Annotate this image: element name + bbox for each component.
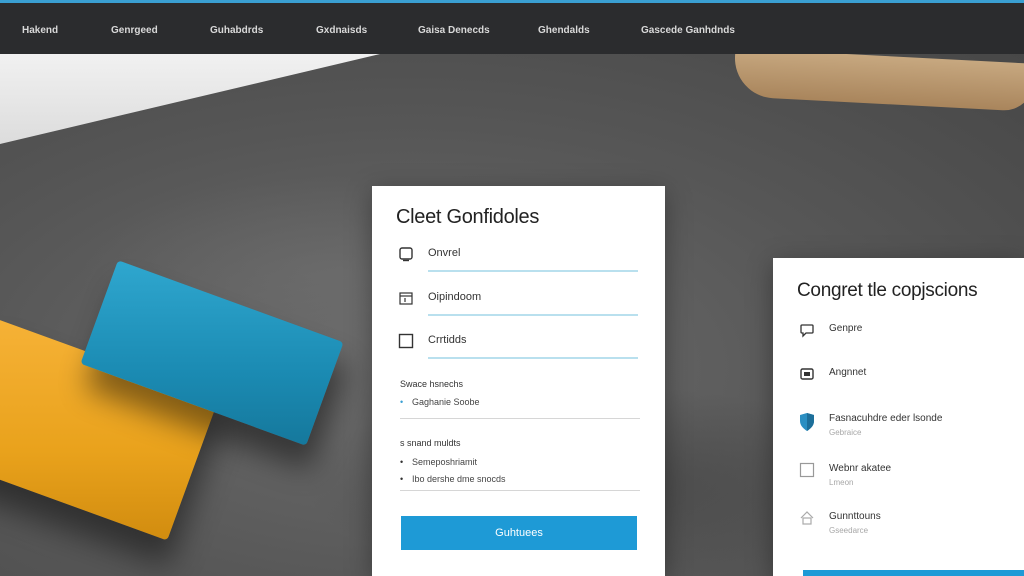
nav-item-5[interactable]: Gaisa Denecds xyxy=(418,25,490,36)
field-underline xyxy=(428,314,638,316)
list-item-sublabel: Lmeon xyxy=(829,478,854,487)
checkbox-icon[interactable] xyxy=(398,333,414,349)
section-title: s snand muldts xyxy=(400,438,461,448)
field-label: Oipindoom xyxy=(428,291,482,303)
list-item-label: Fasnacuhdre eder lsonde xyxy=(829,413,943,424)
nav-item-1[interactable]: Hakend xyxy=(22,25,58,36)
background-paper-roll xyxy=(732,54,1024,112)
house-icon xyxy=(799,510,815,526)
settings-card-primary: Cleet Gonfidoles Onvrel Oipindoom Crrtid… xyxy=(372,186,665,576)
calendar-icon xyxy=(398,290,414,306)
section-divider xyxy=(400,490,640,491)
nav-item-7[interactable]: Gascede Ganhdnds xyxy=(641,25,735,36)
list-item-sublabel: Gebraice xyxy=(829,428,862,437)
primary-button-partial[interactable] xyxy=(803,570,1024,576)
checkbox-icon[interactable] xyxy=(799,462,815,478)
nav-item-3[interactable]: Guhabdrds xyxy=(210,25,263,36)
nav-item-6[interactable]: Ghendalds xyxy=(538,25,590,36)
document-icon xyxy=(398,246,414,262)
section-bullet: • Gaghanie Soobe xyxy=(400,397,480,407)
list-item-label: Genpre xyxy=(829,323,863,334)
nav-item-4[interactable]: Gxdnaisds xyxy=(316,25,367,36)
field-underline xyxy=(428,270,638,272)
field-underline xyxy=(428,357,638,359)
continue-button[interactable]: Guhtuees xyxy=(401,516,637,550)
card-title: Cleet Gonfidoles xyxy=(396,206,540,228)
settings-card-secondary: Congret tle copjscions Genpre Angnnet Fa… xyxy=(773,258,1024,576)
section-divider xyxy=(400,418,640,419)
field-label: Onvrel xyxy=(428,247,461,259)
card-title: Congret tle copjscions xyxy=(797,280,978,301)
field-label: Crrtidds xyxy=(428,334,467,346)
top-navigation-bar: Hakend Genrgeed Guhabdrds Gxdnaisds Gais… xyxy=(0,0,1024,54)
list-item-label: Angnnet xyxy=(829,367,867,378)
list-item-label: Webnr akatee xyxy=(829,463,892,474)
list-item-sublabel: Gseedarce xyxy=(829,526,869,535)
section-bullet: • Ibo dershe dme snocds xyxy=(400,474,506,484)
section-bullet: • Semeposhriamit xyxy=(400,457,478,467)
shield-icon xyxy=(799,412,815,431)
background-wall xyxy=(0,54,380,144)
message-icon xyxy=(799,366,815,382)
nav-item-2[interactable]: Genrgeed xyxy=(111,25,158,36)
list-item-label: Gunnttouns xyxy=(829,511,881,522)
chat-icon xyxy=(799,322,815,338)
section-title: Swace hsnechs xyxy=(400,379,464,389)
